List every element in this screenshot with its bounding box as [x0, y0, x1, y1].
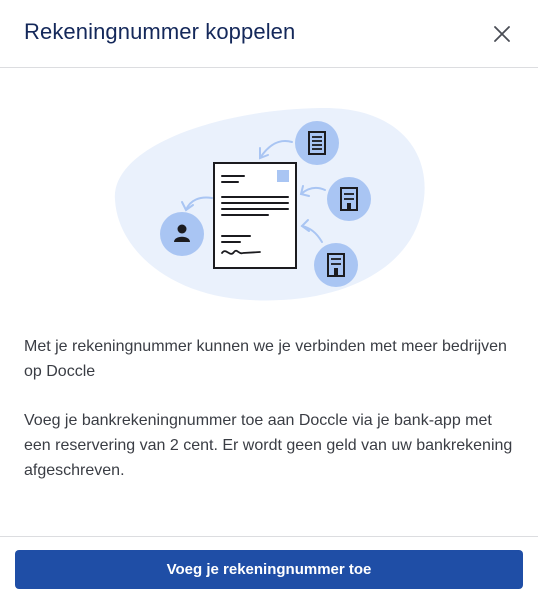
- instructions-paragraph: Voeg je bankrekeningnummer toe aan Doccl…: [24, 412, 513, 479]
- building-icon: [295, 121, 339, 165]
- intro-paragraph: Met je rekeningnummer kunnen we je verbi…: [24, 338, 507, 380]
- dialog-footer: Voeg je rekeningnummer toe: [0, 536, 538, 597]
- dialog-header: Rekeningnummer koppelen: [0, 0, 538, 68]
- building-icon: [314, 243, 358, 287]
- link-account-dialog: Rekeningnummer koppelen Met je rekeningn…: [0, 0, 538, 597]
- building-icon: [327, 177, 371, 221]
- person-icon: [160, 212, 204, 256]
- account-illustration: [114, 107, 425, 301]
- document-icon: [213, 162, 297, 269]
- add-account-number-button[interactable]: Voeg je rekeningnummer toe: [15, 550, 523, 589]
- dialog-title: Rekeningnummer koppelen: [24, 19, 296, 44]
- close-button[interactable]: [487, 19, 517, 49]
- close-icon: [494, 26, 510, 42]
